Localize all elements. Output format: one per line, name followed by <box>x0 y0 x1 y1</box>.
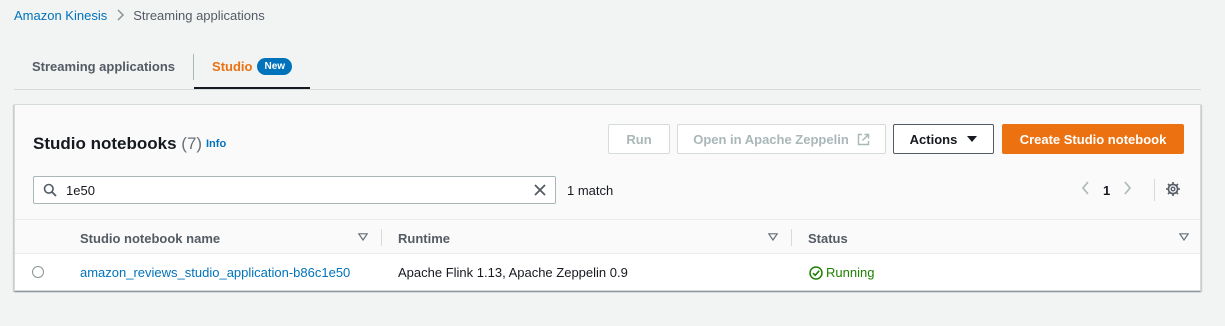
table-header: Studio notebook name Runtime Status <box>15 219 1200 254</box>
search-field <box>33 176 556 204</box>
search-icon <box>43 183 57 197</box>
panel-title-text: Studio notebooks <box>33 134 177 153</box>
notebook-name-link[interactable]: amazon_reviews_studio_application-b86c1e… <box>80 265 350 280</box>
studio-notebooks-panel: Studio notebooks (7) Info Run Open in Ap… <box>14 104 1201 291</box>
actions-button[interactable]: Actions <box>893 124 994 154</box>
column-divider[interactable] <box>381 229 382 246</box>
sort-caret-icon[interactable] <box>358 233 368 241</box>
runtime-cell: Apache Flink 1.13, Apache Zeppelin 0.9 <box>398 265 628 280</box>
actions-label: Actions <box>909 131 958 147</box>
create-studio-notebook-button[interactable]: Create Studio notebook <box>1002 124 1184 154</box>
pager-divider <box>1154 179 1155 201</box>
external-link-icon <box>857 133 870 146</box>
tabs-underline <box>14 89 1201 90</box>
status-cell: Running <box>809 265 874 280</box>
open-zeppelin-label: Open in Apache Zeppelin <box>693 131 849 147</box>
create-label: Create Studio notebook <box>1019 131 1167 147</box>
sort-caret-icon[interactable] <box>768 233 778 241</box>
sort-caret-icon[interactable] <box>1179 233 1189 241</box>
column-divider[interactable] <box>791 229 792 246</box>
table-row[interactable]: amazon_reviews_studio_application-b86c1e… <box>15 254 1200 290</box>
caret-down-icon <box>967 135 978 143</box>
column-header-status[interactable]: Status <box>808 231 848 246</box>
chevron-right-icon <box>115 9 125 21</box>
status-text: Running <box>826 265 875 280</box>
page-number[interactable]: 1 <box>1103 183 1110 198</box>
breadcrumb: Amazon Kinesis Streaming applications <box>14 7 265 23</box>
tab-label: Studio <box>212 59 253 74</box>
new-badge: New <box>257 58 293 75</box>
info-link[interactable]: Info <box>206 138 226 150</box>
column-header-runtime[interactable]: Runtime <box>398 231 450 246</box>
column-header-name[interactable]: Studio notebook name <box>80 231 220 246</box>
gear-icon[interactable] <box>1165 181 1181 197</box>
panel-count: (7) <box>181 134 203 153</box>
pagination: 1 <box>1081 181 1132 200</box>
tab-streaming-applications[interactable]: Streaming applications <box>14 44 193 89</box>
run-button-label: Run <box>626 131 652 147</box>
match-count: 1 match <box>567 183 614 198</box>
run-button[interactable]: Run <box>608 124 670 154</box>
row-select-radio[interactable] <box>32 266 44 278</box>
breadcrumb-current: Streaming applications <box>133 7 265 23</box>
tab-studio[interactable]: Studio New <box>194 44 311 89</box>
check-circle-icon <box>809 265 823 280</box>
tab-label: Streaming applications <box>32 59 176 74</box>
chevron-right-icon[interactable] <box>1122 181 1132 200</box>
search-input[interactable] <box>66 182 506 198</box>
tab-bar: Streaming applications Studio New <box>14 44 311 89</box>
close-icon[interactable] <box>533 183 547 197</box>
breadcrumb-root-link[interactable]: Amazon Kinesis <box>14 8 107 23</box>
panel-title: Studio notebooks (7) <box>33 134 202 154</box>
open-zeppelin-button[interactable]: Open in Apache Zeppelin <box>677 124 886 154</box>
chevron-left-icon[interactable] <box>1081 181 1091 200</box>
